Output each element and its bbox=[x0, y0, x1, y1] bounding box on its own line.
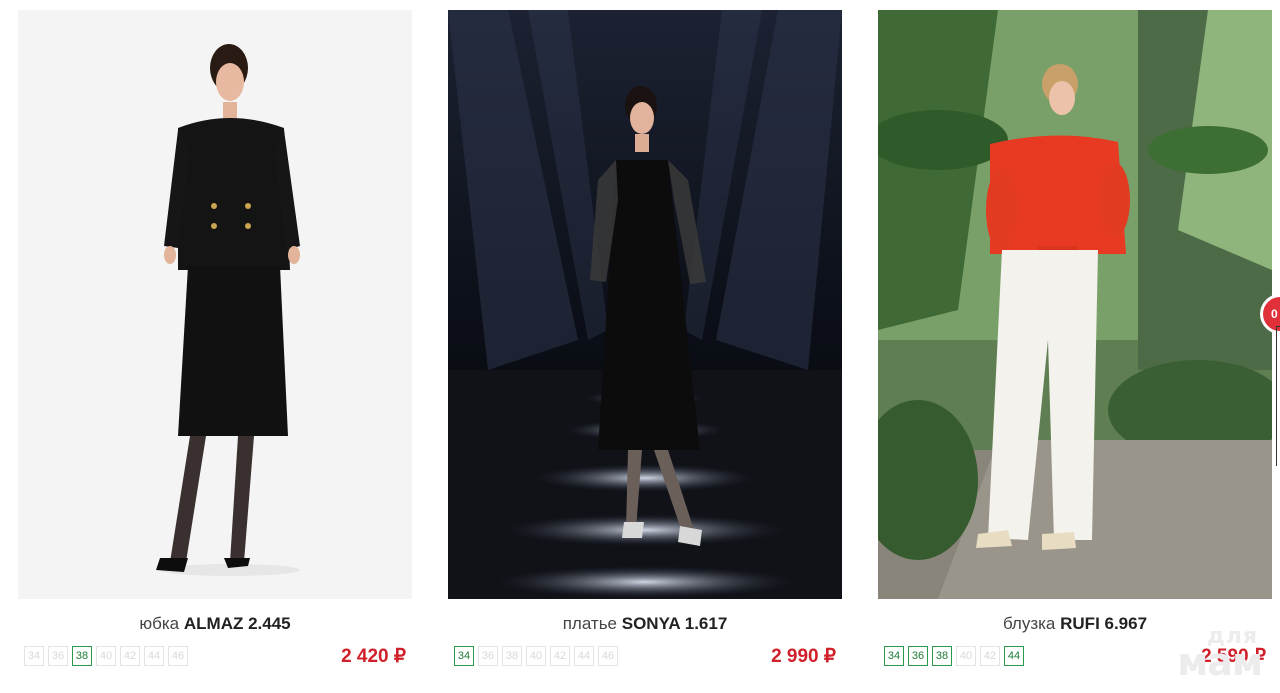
size-option[interactable]: 42 bbox=[120, 646, 140, 666]
product-footer: 34 36 38 40 42 44 46 2 990 ₽ bbox=[448, 643, 842, 669]
product-title[interactable]: юбка ALMAZ 2.445 bbox=[18, 613, 412, 635]
product-photo[interactable] bbox=[878, 10, 1272, 599]
product-photo[interactable] bbox=[18, 10, 412, 599]
watermark-line2: мам bbox=[1177, 640, 1263, 684]
product-kind: платье bbox=[562, 614, 618, 633]
product-title[interactable]: платье SONYA 1.617 bbox=[448, 613, 842, 635]
product-card[interactable]: юбка ALMAZ 2.445 34 36 38 40 42 44 46 2 … bbox=[18, 10, 412, 669]
product-price: 2 420 ₽ bbox=[341, 645, 406, 667]
product-model: RUFI 6.967 bbox=[1060, 614, 1148, 633]
size-option[interactable]: 38 bbox=[502, 646, 522, 666]
size-option[interactable]: 38 bbox=[72, 646, 92, 666]
watermark-logo: для мам bbox=[1166, 624, 1276, 684]
size-option[interactable]: 44 bbox=[574, 646, 594, 666]
size-option[interactable]: 36 bbox=[478, 646, 498, 666]
product-model: ALMAZ 2.445 bbox=[183, 614, 291, 633]
product-grid: юбка ALMAZ 2.445 34 36 38 40 42 44 46 2 … bbox=[0, 0, 1280, 693]
side-badge-count: 0 bbox=[1271, 307, 1278, 321]
size-option[interactable]: 38 bbox=[932, 646, 952, 666]
product-kind: блузка bbox=[1002, 614, 1056, 633]
product-card[interactable]: платье SONYA 1.617 34 36 38 40 42 44 46 … bbox=[448, 10, 842, 669]
product-price: 2 990 ₽ bbox=[771, 645, 836, 667]
size-option[interactable]: 40 bbox=[956, 646, 976, 666]
size-option[interactable]: 34 bbox=[454, 646, 474, 666]
size-option[interactable]: 42 bbox=[980, 646, 1000, 666]
product-footer: 34 36 38 40 42 44 46 2 420 ₽ bbox=[18, 643, 412, 669]
size-option[interactable]: 44 bbox=[144, 646, 164, 666]
size-option[interactable]: 34 bbox=[884, 646, 904, 666]
product-model: SONYA 1.617 bbox=[621, 614, 728, 633]
size-option[interactable]: 46 bbox=[168, 646, 188, 666]
product-card[interactable]: блузка RUFI 6.967 34 36 38 40 42 44 2 59… bbox=[878, 10, 1272, 669]
size-list: 34 36 38 40 42 44 bbox=[884, 646, 1024, 666]
product-photo[interactable] bbox=[448, 10, 842, 599]
size-option[interactable]: 34 bbox=[24, 646, 44, 666]
product-kind: юбка bbox=[139, 614, 180, 633]
size-option[interactable]: 36 bbox=[48, 646, 68, 666]
size-option[interactable]: 44 bbox=[1004, 646, 1024, 666]
size-option[interactable]: 36 bbox=[908, 646, 928, 666]
size-list: 34 36 38 40 42 44 46 bbox=[454, 646, 618, 666]
size-list: 34 36 38 40 42 44 46 bbox=[24, 646, 188, 666]
side-panel-edge[interactable] bbox=[1276, 326, 1280, 466]
size-option[interactable]: 40 bbox=[526, 646, 546, 666]
size-option[interactable]: 40 bbox=[96, 646, 116, 666]
size-option[interactable]: 46 bbox=[598, 646, 618, 666]
size-option[interactable]: 42 bbox=[550, 646, 570, 666]
